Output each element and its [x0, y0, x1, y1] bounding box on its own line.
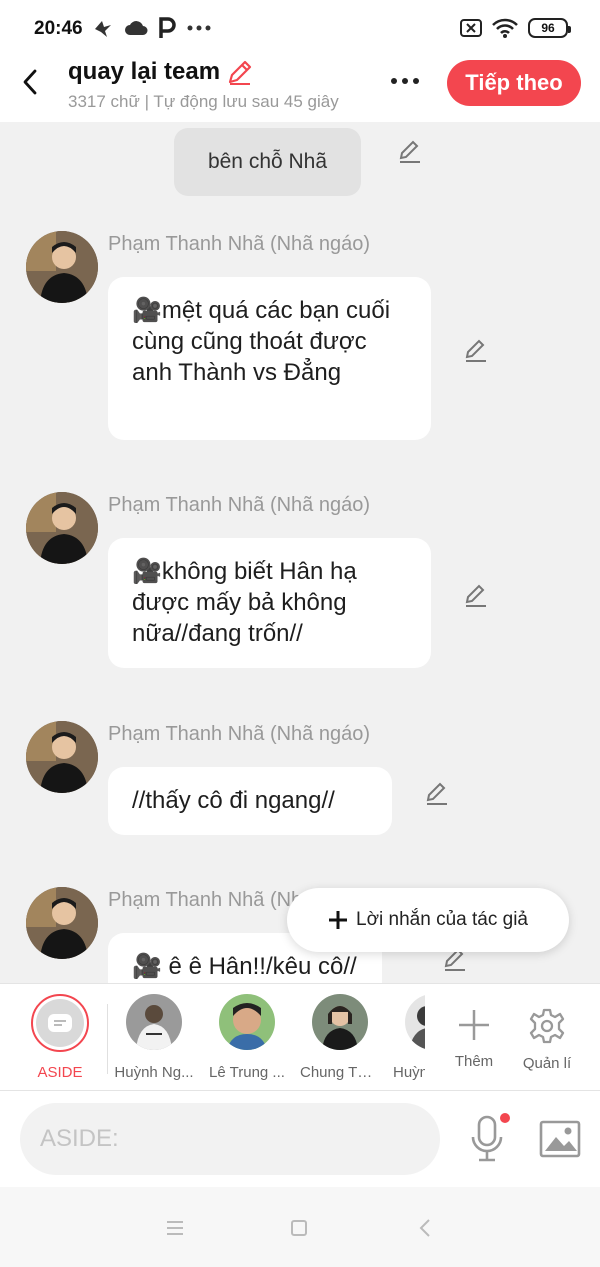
parking-icon [159, 17, 176, 38]
character-strip: ASIDE Huỳnh Ng... Lê Trung ... Chung Thị… [0, 983, 600, 1091]
character-aside[interactable]: ASIDE [20, 994, 100, 1081]
character-label: Huỳnh Ng... [114, 1064, 194, 1081]
edit-title-icon[interactable] [226, 58, 254, 86]
aside-avatar [31, 994, 89, 1052]
triangle-back-icon [419, 1219, 430, 1237]
image-icon [539, 1120, 581, 1158]
wifi-icon [492, 18, 518, 38]
avatar[interactable] [26, 231, 98, 303]
character-item[interactable]: Lê Trung ... [207, 994, 287, 1081]
character-label: ASIDE [37, 1064, 83, 1081]
page-title[interactable]: quay lại team [68, 58, 220, 86]
word-count-autosave: 3317 chữ | Tự động lưu sau 45 giây [68, 92, 339, 111]
dot-icon [391, 78, 397, 84]
divider [107, 1004, 108, 1074]
image-button[interactable] [538, 1119, 582, 1159]
author-note-button[interactable]: Lời nhắn của tác giả [287, 888, 569, 952]
more-options-button[interactable] [384, 66, 426, 96]
avatar[interactable] [26, 492, 98, 564]
menu-nav-button[interactable] [160, 1213, 190, 1243]
sim-off-icon [460, 19, 482, 37]
chevron-left-icon [23, 69, 37, 95]
manage-characters-button[interactable]: Quản lí [507, 994, 587, 1072]
edit-icon[interactable] [397, 138, 423, 164]
sender-name: Phạm Thanh Nhã (Nhã ngáo) [108, 494, 371, 516]
status-icons-right: 96 [460, 18, 571, 38]
manage-label: Quản lí [522, 1055, 572, 1072]
system-nav-bar [0, 1187, 600, 1267]
message-bubble[interactable]: 🎥không biết Hân hạ được mấy bả không nữa… [108, 538, 431, 668]
microphone-button[interactable] [468, 1113, 512, 1165]
dot-icon [402, 78, 408, 84]
character-avatar [405, 994, 425, 1050]
character-label: Lê Trung ... [209, 1064, 285, 1081]
narration-bubble[interactable]: bên chỗ Nhã [174, 128, 361, 196]
microphone-icon [471, 1113, 510, 1162]
character-item[interactable]: Huỳnh Ng... [114, 994, 194, 1081]
bird-icon [95, 21, 111, 37]
sender-name: Phạm Thanh Nhã (Nhã ngáo) [108, 723, 371, 745]
input-row [0, 1091, 600, 1187]
avatar-photo [26, 231, 98, 303]
battery-indicator: 96 [528, 18, 571, 38]
character-label: Huỳn [393, 1064, 425, 1081]
dot-icon [413, 78, 419, 84]
comment-icon [48, 1014, 72, 1032]
avatar-photo [26, 492, 98, 564]
header: quay lại team 3317 chữ | Tự động lưu sau… [0, 56, 600, 122]
avatar-photo [26, 887, 98, 959]
sender-name: Phạm Thanh Nhã (Nhã ngáo) [108, 233, 371, 255]
character-avatar [126, 994, 182, 1050]
back-button[interactable] [14, 64, 46, 100]
status-time: 20:46 [34, 18, 83, 39]
avatar[interactable] [26, 721, 98, 793]
gear-icon [529, 1008, 565, 1044]
cloud-icon [125, 21, 148, 35]
status-bar: 20:46 96 [0, 0, 600, 56]
message-bubble[interactable]: 🎥mệt quá các bạn cuối cùng cũng thoát đư… [108, 277, 431, 440]
add-character-button[interactable]: Thêm [434, 994, 514, 1070]
status-icons-left [92, 16, 212, 40]
more-status-icon [187, 25, 211, 31]
plus-icon [329, 911, 348, 929]
character-avatar [312, 994, 368, 1050]
add-label: Thêm [454, 1053, 494, 1070]
character-item[interactable]: Chung Thị... [300, 994, 380, 1081]
title-row[interactable]: quay lại team [68, 58, 254, 86]
square-icon [291, 1220, 307, 1236]
character-label: Chung Thị... [300, 1064, 380, 1081]
aside-input[interactable] [20, 1103, 440, 1175]
message-bubble[interactable]: //thấy cô đi ngang// [108, 767, 392, 835]
character-item-clipped[interactable]: Huỳn [393, 984, 425, 1091]
plus-icon [459, 1010, 489, 1040]
menu-icon [167, 1221, 183, 1235]
next-button[interactable]: Tiếp theo [447, 60, 581, 106]
avatar[interactable] [26, 887, 98, 959]
edit-icon[interactable] [463, 582, 489, 608]
back-nav-button[interactable] [410, 1213, 440, 1243]
chat-area[interactable]: bên chỗ Nhã Phạm Thanh Nhã (Nhã ngáo) 🎥m… [0, 122, 600, 983]
edit-icon[interactable] [463, 337, 489, 363]
character-avatar [219, 994, 275, 1050]
avatar-photo [26, 721, 98, 793]
home-nav-button[interactable] [284, 1213, 314, 1243]
author-note-label: Lời nhắn của tác giả [356, 909, 528, 930]
edit-icon[interactable] [424, 780, 450, 806]
